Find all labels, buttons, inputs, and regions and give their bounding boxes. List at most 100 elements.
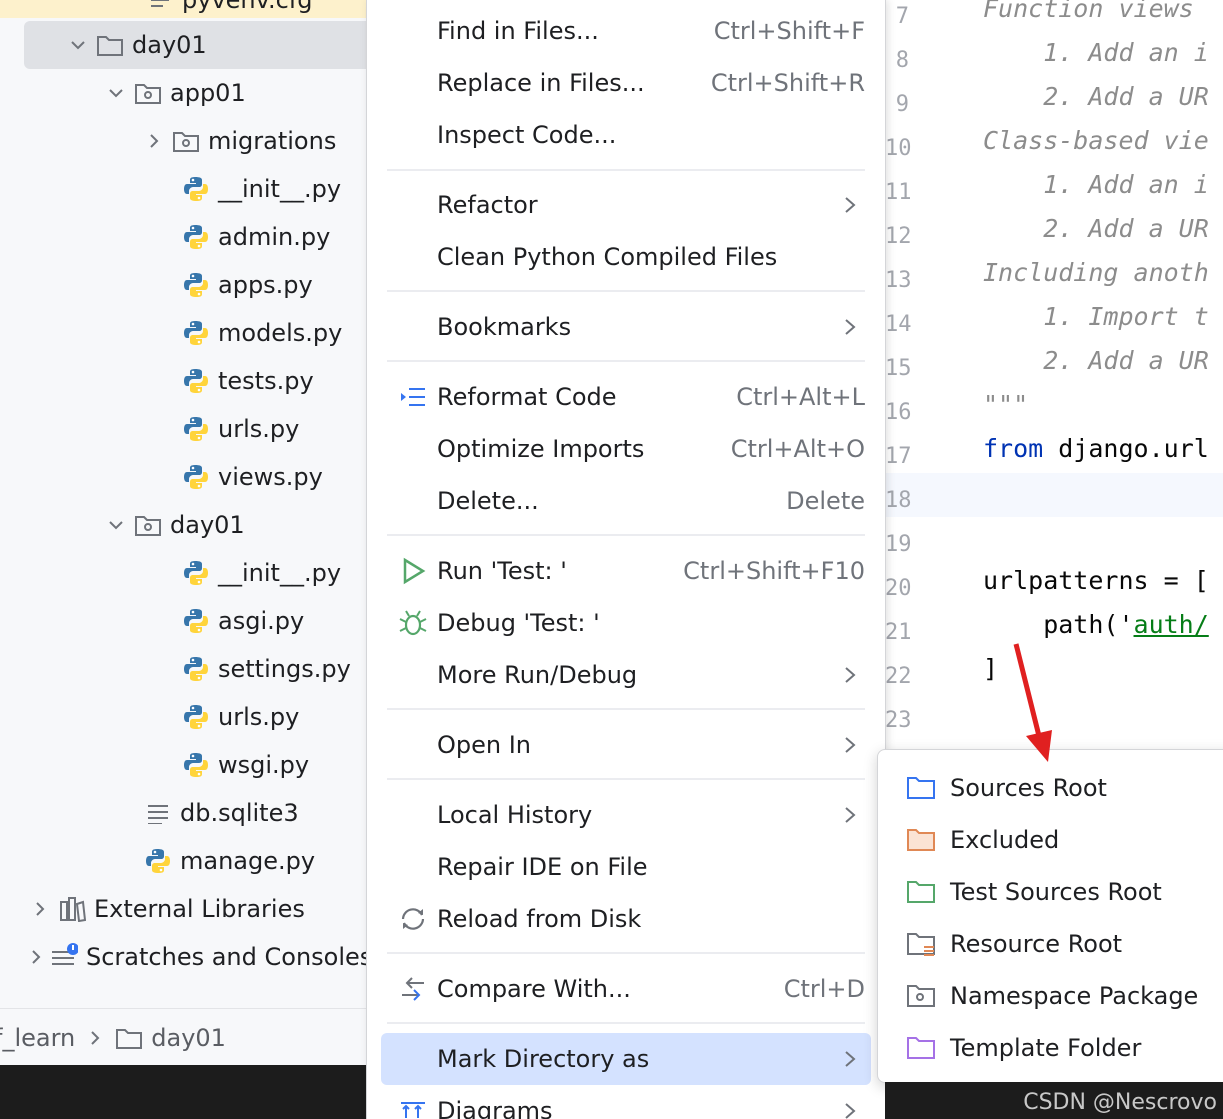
menu-item-replace-in-files[interactable]: Replace in Files... Ctrl+Shift+R	[381, 57, 871, 109]
menu-item-compare-with[interactable]: Compare With... Ctrl+D	[381, 963, 871, 1015]
line-number: 10	[885, 136, 912, 161]
run-icon	[393, 556, 433, 586]
tree-row-scratches-and-consoles[interactable]: Scratches and Consoles	[0, 933, 366, 981]
chevron-down-icon[interactable]	[66, 33, 90, 57]
diagrams-icon	[393, 1096, 433, 1119]
menu-item-local-history[interactable]: Local History	[381, 789, 871, 841]
tree-row-external-libraries[interactable]: External Libraries	[0, 885, 366, 933]
submenu-item-resource-root[interactable]: Resource Root	[878, 918, 1223, 970]
menu-item-inspect-code[interactable]: Inspect Code...	[381, 109, 871, 161]
menu-item-clean-python-compiled-files[interactable]: Clean Python Compiled Files	[381, 231, 871, 283]
taskbar: CSDN @Nescrovo	[885, 1082, 1223, 1119]
tree-row-day01[interactable]: day01	[0, 501, 366, 549]
tree-row-settings-py[interactable]: settings.py	[0, 645, 366, 693]
chevron-right-icon	[89, 1024, 101, 1052]
line-number: 22	[885, 664, 912, 689]
menu-separator	[387, 290, 865, 292]
tree-row-views-py[interactable]: views.py	[0, 453, 366, 501]
menu-item-label: More Run/Debug	[437, 661, 638, 689]
breadcrumb-item[interactable]: day01	[151, 1024, 226, 1052]
menu-item-label: Repair IDE on File	[437, 853, 648, 881]
menu-separator	[387, 1022, 865, 1024]
tree-row-pyvenv[interactable]: pyvenv.cfg	[0, 0, 366, 18]
menu-item-label: Reformat Code	[437, 383, 617, 411]
python-file-icon	[182, 271, 210, 299]
menu-item-label: Refactor	[437, 191, 538, 219]
menu-item-diagrams[interactable]: Diagrams	[381, 1085, 871, 1119]
menu-item-find-in-files[interactable]: Find in Files... Ctrl+Shift+F	[381, 5, 871, 57]
chevron-right-icon[interactable]	[142, 129, 166, 153]
menu-item-mark-directory-as[interactable]: Mark Directory as	[381, 1033, 871, 1085]
menu-item-label: Optimize Imports	[437, 435, 645, 463]
python-file-icon	[182, 223, 210, 251]
chevron-right-icon[interactable]	[28, 945, 44, 969]
menu-separator	[387, 952, 865, 954]
chevron-down-icon[interactable]	[104, 81, 128, 105]
submenu-item-test-sources-root[interactable]: Test Sources Root	[878, 866, 1223, 918]
code-line: 2. Add a UR	[983, 214, 1209, 243]
tree-row-db-sqlite3[interactable]: db.sqlite3	[0, 789, 366, 837]
menu-item-more-run-debug[interactable]: More Run/Debug	[381, 649, 871, 701]
folder-icon	[906, 826, 938, 854]
tree-row-manage-py[interactable]: manage.py	[0, 837, 366, 885]
tree-row-app01[interactable]: app01	[0, 69, 366, 117]
submenu-item-label: Resource Root	[950, 930, 1123, 958]
folder-icon	[906, 930, 938, 958]
menu-item-debug-test[interactable]: Debug 'Test: '	[381, 597, 871, 649]
submenu-item-namespace-package[interactable]: Namespace Package	[878, 970, 1223, 1022]
line-number: 17	[885, 444, 912, 469]
python-file-icon	[182, 415, 210, 443]
tree-row-label: app01	[170, 79, 246, 107]
tree-row-day01-root[interactable]: day01	[24, 21, 366, 69]
menu-icon-spacer	[393, 434, 433, 464]
tree-row-label: tests.py	[218, 367, 314, 395]
chevron-right-icon[interactable]	[28, 897, 52, 921]
menu-item-reformat-code[interactable]: Reformat Code Ctrl+Alt+L	[381, 371, 871, 423]
code-line: Class-based vie	[983, 126, 1209, 155]
menu-separator	[387, 169, 865, 171]
tree-row-models-py[interactable]: models.py	[0, 309, 366, 357]
code-line: ]	[983, 654, 999, 683]
menu-item-run-test[interactable]: Run 'Test: ' Ctrl+Shift+F10	[381, 545, 871, 597]
menu-item-delete[interactable]: Delete... Delete	[381, 475, 871, 527]
tree-row-label: urls.py	[218, 415, 300, 443]
tree-row-label: __init__.py	[218, 175, 342, 203]
string-literal: auth/	[1133, 610, 1209, 639]
menu-item-optimize-imports[interactable]: Optimize Imports Ctrl+Alt+O	[381, 423, 871, 475]
tree-row-init-py[interactable]: __init__.py	[0, 165, 366, 213]
menu-item-refactor[interactable]: Refactor	[381, 179, 871, 231]
tree-row-asgi-py[interactable]: asgi.py	[0, 597, 366, 645]
menu-icon-spacer	[393, 242, 433, 272]
tree-row-urls-py[interactable]: urls.py	[0, 405, 366, 453]
breadcrumb-item[interactable]: f_learn	[0, 1024, 75, 1052]
folder-icon	[115, 1024, 143, 1052]
menu-icon-spacer	[393, 852, 433, 882]
tree-row-migrations[interactable]: migrations	[0, 117, 366, 165]
submenu-item-template-folder[interactable]: Template Folder	[878, 1022, 1223, 1074]
tree-row-label: pyvenv.cfg	[182, 0, 313, 14]
python-file-icon	[182, 703, 210, 731]
line-number: 15	[885, 356, 912, 381]
menu-item-bookmarks[interactable]: Bookmarks	[381, 301, 871, 353]
tree-row-init-py[interactable]: __init__.py	[0, 549, 366, 597]
tree-row-wsgi-py[interactable]: wsgi.py	[0, 741, 366, 789]
menu-item-reload-from-disk[interactable]: Reload from Disk	[381, 893, 871, 945]
menu-item-repair-ide-on-file[interactable]: Repair IDE on File	[381, 841, 871, 893]
menu-separator	[387, 778, 865, 780]
code-line: urlpatterns = [	[983, 566, 1209, 595]
code-line: Including anoth	[983, 258, 1209, 287]
chevron-down-icon[interactable]	[104, 513, 128, 537]
code-line: from django.url	[983, 434, 1209, 463]
tree-row-label: settings.py	[218, 655, 351, 683]
tree-row-apps-py[interactable]: apps.py	[0, 261, 366, 309]
code-line: 2. Add a UR	[983, 82, 1209, 111]
menu-icon-spacer	[393, 312, 433, 342]
python-file-icon	[182, 751, 210, 779]
submenu-item-excluded[interactable]: Excluded	[878, 814, 1223, 866]
line-number: 19	[885, 532, 912, 557]
tree-row-tests-py[interactable]: tests.py	[0, 357, 366, 405]
menu-item-open-in[interactable]: Open In	[381, 719, 871, 771]
tree-row-urls-py[interactable]: urls.py	[0, 693, 366, 741]
tree-row-admin-py[interactable]: admin.py	[0, 213, 366, 261]
line-number: 16	[885, 400, 912, 425]
